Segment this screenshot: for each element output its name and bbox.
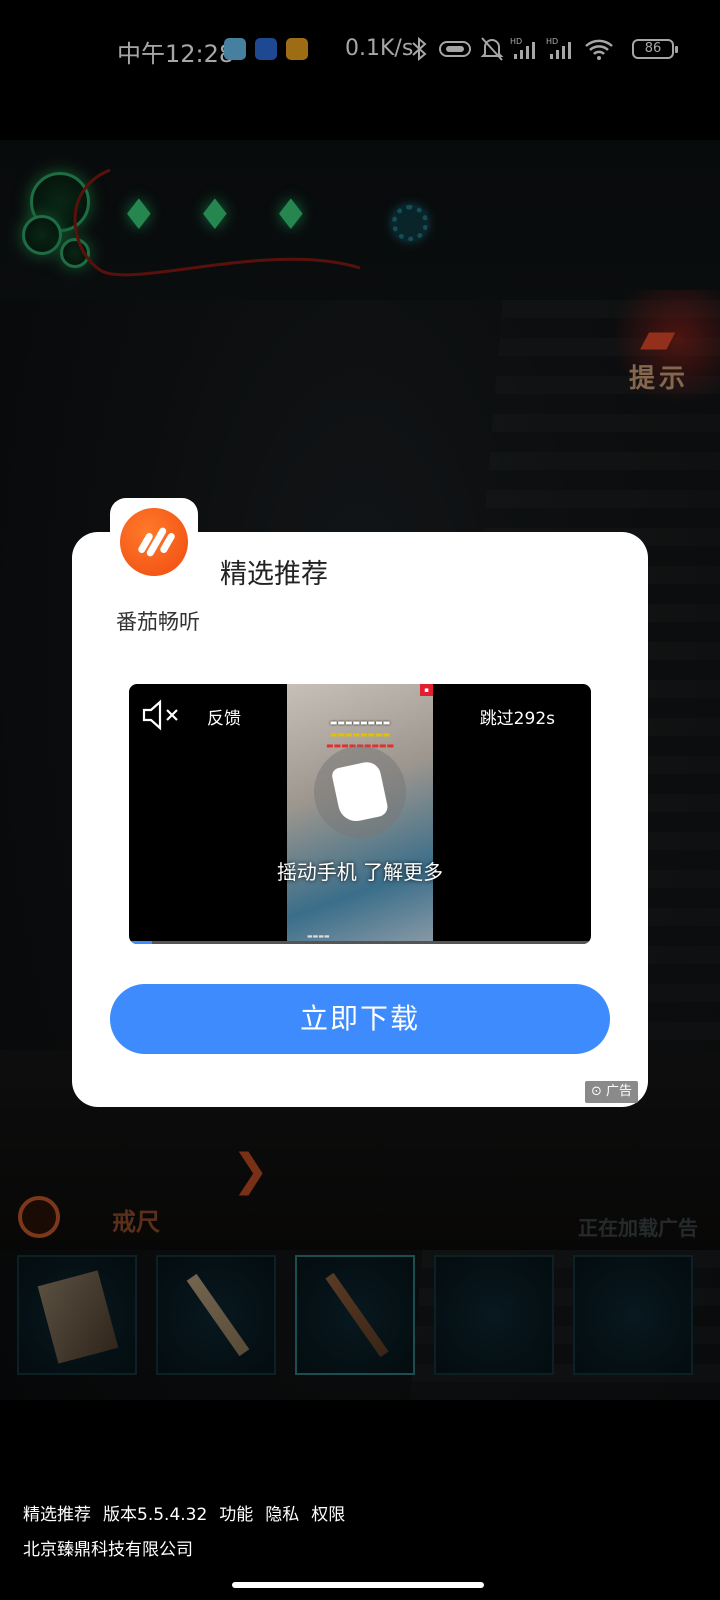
dialog-title: 精选推荐 [220,559,328,590]
app-logo [110,498,198,586]
hand-icon [330,759,390,825]
home-indicator[interactable] [232,1582,484,1588]
video-disclaimer: ▬▬▬▬ [307,933,330,940]
video-progress-fill [129,941,153,944]
video-caption-1: ▬▬▬▬▬▬▬▬ [329,718,391,727]
footer-permissions-link[interactable]: 权限 [311,1505,345,1525]
mute-icon[interactable] [141,698,181,732]
ad-info-links: 精选推荐 版本5.5.4.32 功能 隐私 权限 [23,1500,357,1525]
footer-title: 精选推荐 [23,1505,91,1525]
footer-features-link[interactable]: 功能 [219,1505,253,1525]
shake-prompt: 摇动手机 了解更多 [276,860,444,884]
ad-dialog: 精选推荐 番茄畅听 ▪ ▬▬▬▬▬▬▬▬ ▬▬▬▬▬▬▬▬ ▬▬▬▬▬▬▬▬▬ … [72,532,648,1107]
company-name: 北京臻鼎科技有限公司 [23,1540,193,1560]
tomato-listen-logo-icon [120,508,188,576]
download-button[interactable]: 立即下载 [110,984,610,1054]
skip-button[interactable]: 跳过292s [480,704,555,729]
app-name: 番茄畅听 [116,610,200,634]
feedback-button[interactable]: 反馈 [207,704,241,729]
footer-version: 版本5.5.4.32 [103,1505,208,1525]
video-caption-2: ▬▬▬▬▬▬▬▬ [329,730,391,739]
video-progress-bar [129,941,591,944]
ad-badge-label: 广告 [605,1084,632,1099]
footer-privacy-link[interactable]: 隐私 [265,1505,299,1525]
video-tag: ▪ [420,684,433,696]
ad-badge[interactable]: ⊙ 广告 [584,1081,638,1103]
ad-video[interactable]: ▪ ▬▬▬▬▬▬▬▬ ▬▬▬▬▬▬▬▬ ▬▬▬▬▬▬▬▬▬ ▬▬▬▬ 摇动手机 … [129,684,591,944]
shake-phone-icon [314,746,406,838]
